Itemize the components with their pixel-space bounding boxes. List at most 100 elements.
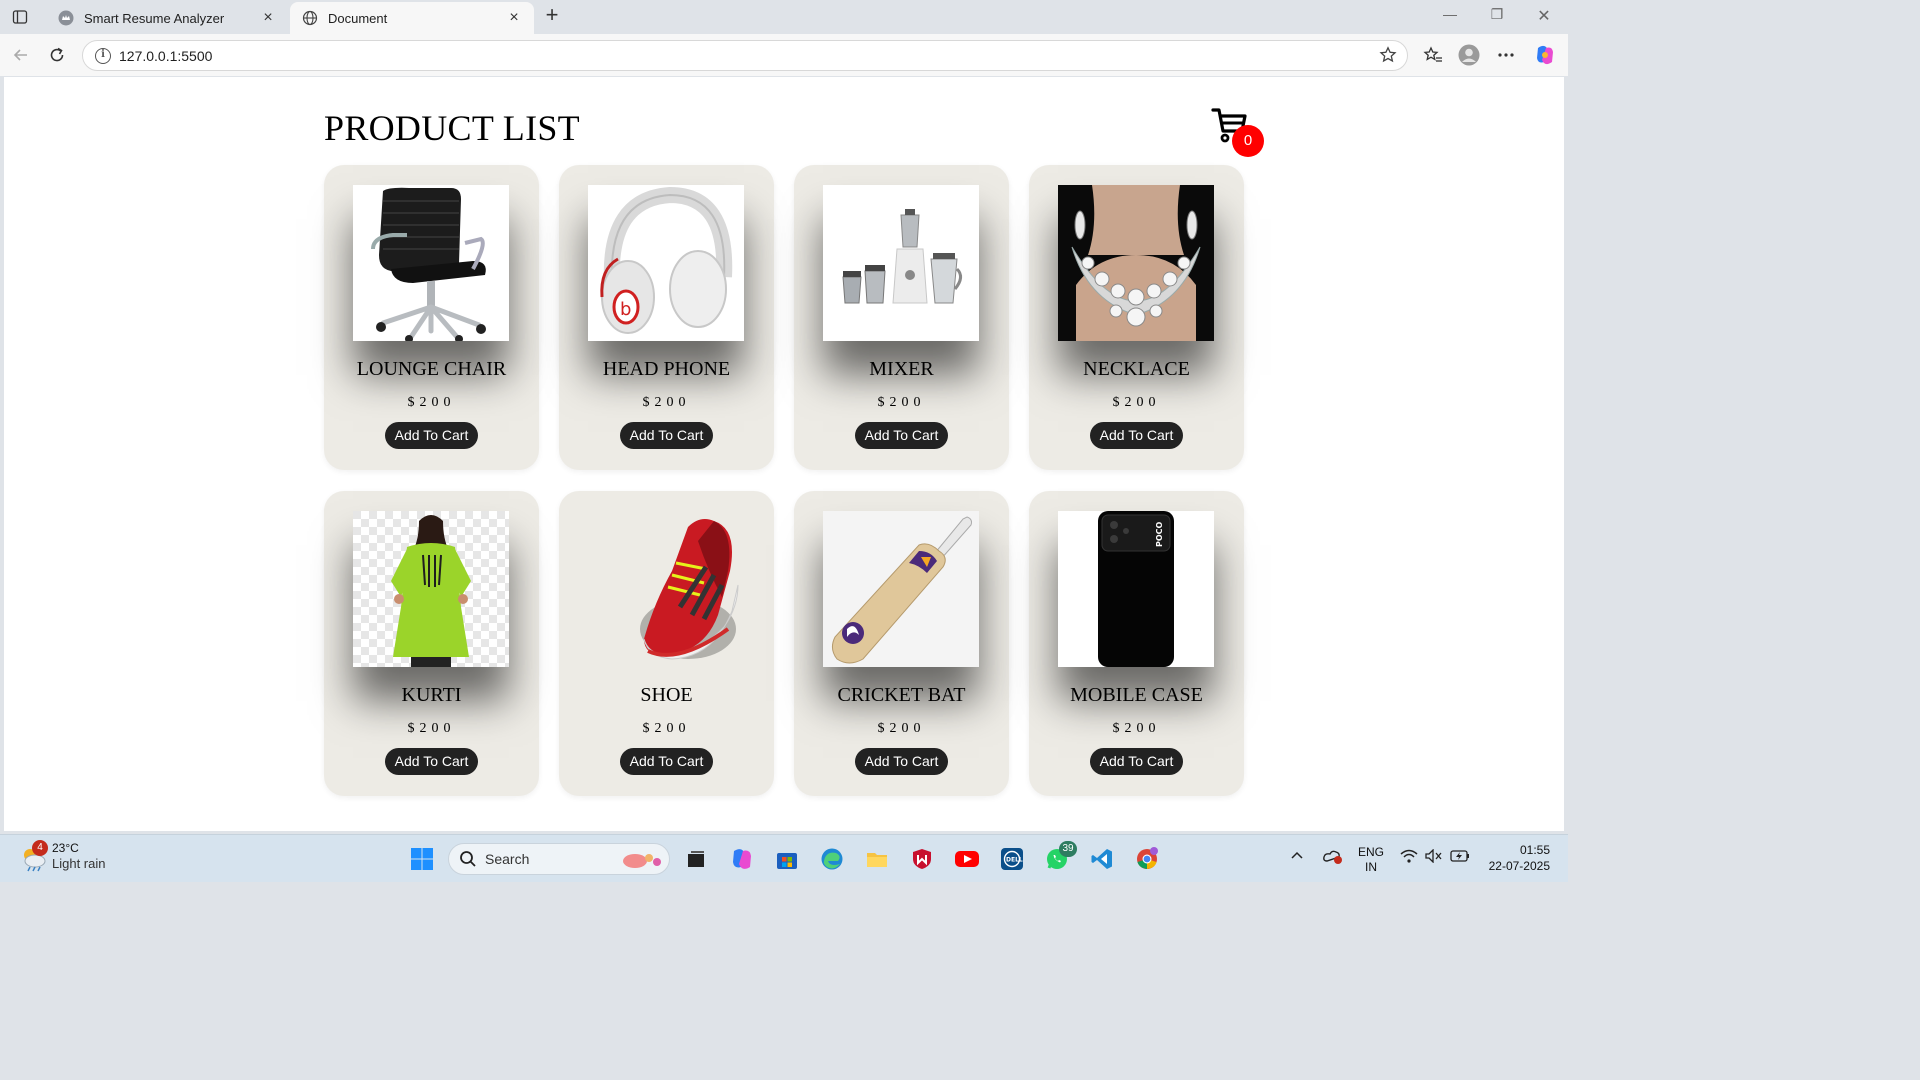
product-grid: LOUNGE CHAIR $200 Add To Cart b HEAD PHO… [324,165,1246,796]
add-to-cart-button[interactable]: Add To Cart [1090,422,1183,449]
cart-count-badge: 0 [1232,125,1264,157]
task-view-icon[interactable] [682,845,710,873]
svg-text:POCO: POCO [1155,521,1164,547]
product-name: SHOE [640,684,693,706]
add-to-cart-button[interactable]: Add To Cart [1090,748,1183,775]
weather-alert-badge: 4 [32,839,48,856]
page-title: PRODUCT LIST [324,108,580,148]
product-card: b HEAD PHONE $200 Add To Cart [559,165,774,470]
language-code: ENG [1358,845,1385,859]
microsoft-store-icon[interactable] [773,845,801,873]
tab-title: Document [328,10,388,26]
tab-strip: Smart Resume Analyzer × Document × + — ❐… [0,0,1568,34]
product-price: $200 [642,395,691,410]
add-to-cart-button[interactable]: Add To Cart [385,748,478,775]
tab-document[interactable]: Document × [290,2,534,34]
onedrive-error-icon[interactable] [1322,847,1344,869]
product-card: NECKLACE $200 Add To Cart [1029,165,1244,470]
product-price: $200 [877,721,926,736]
profile-avatar-icon[interactable] [1458,44,1480,66]
product-card: SHOE $200 Add To Cart [559,491,774,796]
whatsapp-icon[interactable]: 39 [1043,841,1077,873]
add-to-cart-button[interactable]: Add To Cart [620,422,713,449]
product-card: CRICKET BAT $200 Add To Cart [794,491,1009,796]
add-to-cart-button[interactable]: Add To Cart [385,422,478,449]
search-highlight-icon [619,850,663,870]
mixer-grinder-image [823,185,979,341]
weather-temperature: 23°C [52,841,79,855]
product-price: $200 [642,721,691,736]
taskbar-search-input[interactable]: Search [448,843,670,875]
page-viewport: PRODUCT LIST 0 LOUNGE CHAIR $200 Add To … [4,77,1564,831]
tab-smart-resume-analyzer[interactable]: Smart Resume Analyzer × [46,2,288,34]
favorite-star-icon[interactable] [1379,46,1397,69]
more-options-icon[interactable] [1495,44,1517,66]
browser-toolbar: i 127.0.0.1:5500 [0,34,1568,76]
clock-date: 22-07-2025 [1488,859,1550,873]
product-name: NECKLACE [1083,358,1190,380]
office-chair-image [353,185,509,341]
back-icon[interactable] [10,44,32,66]
product-card: POCO MOBILE CASE $200 Add To Cart [1029,491,1244,796]
globe-icon [302,10,318,26]
add-to-cart-button[interactable]: Add To Cart [855,748,948,775]
new-tab-icon[interactable]: + [540,4,564,28]
refresh-icon[interactable] [46,44,68,66]
vscode-icon[interactable] [1088,845,1116,873]
dell-icon[interactable]: DELL [998,845,1026,873]
product-name: KURTI [401,684,462,706]
add-to-cart-button[interactable]: Add To Cart [855,422,948,449]
product-name: HEAD PHONE [602,358,731,380]
tab-title: Smart Resume Analyzer [84,10,225,26]
region-code: IN [1365,860,1377,874]
favorites-icon[interactable] [1422,44,1444,66]
volume-muted-icon[interactable] [1425,848,1443,867]
svg-text:b: b [620,299,631,320]
product-price: $200 [877,395,926,410]
file-explorer-icon[interactable] [863,845,891,873]
product-price: $200 [407,721,456,736]
whatsapp-unread-badge: 39 [1059,841,1077,857]
product-card: KURTI $200 Add To Cart [324,491,539,796]
add-to-cart-button[interactable]: Add To Cart [620,748,713,775]
product-name: MIXER [869,358,934,380]
close-window-icon[interactable]: ✕ [1532,6,1556,28]
restore-icon[interactable]: ❐ [1485,6,1509,28]
search-placeholder: Search [485,851,530,867]
weather-widget[interactable]: 4 23°C Light rain [18,839,106,872]
wifi-icon[interactable] [1400,849,1418,867]
youtube-icon[interactable] [953,845,981,873]
svg-text:DELL: DELL [1006,857,1023,864]
necklace-image [1058,185,1214,341]
product-name: LOUNGE CHAIR [356,358,507,380]
crown-favicon-icon [58,10,74,26]
taskbar: 4 23°C Light rain Search DELL 39 ENG IN … [0,834,1568,882]
clock-time: 01:55 [1519,843,1550,857]
headphones-image: b [588,185,744,341]
rain-cloud-icon: 4 [18,839,48,872]
copilot-icon[interactable] [1534,44,1556,66]
copilot-app-icon[interactable] [728,845,756,873]
site-info-icon[interactable]: i [95,47,111,64]
close-tab-icon[interactable]: × [260,10,276,26]
product-price: $200 [407,395,456,410]
mcafee-icon[interactable] [908,845,936,873]
search-icon [459,850,477,868]
address-bar[interactable]: i 127.0.0.1:5500 [82,40,1408,71]
edge-browser-icon[interactable] [818,845,846,873]
windows-start-icon[interactable] [408,845,436,873]
cricket-bat-image [823,511,979,667]
sidebar-toggle-icon[interactable] [10,7,30,27]
show-hidden-icons-icon[interactable] [1290,849,1304,864]
system-clock[interactable]: 01:55 22-07-2025 [1489,842,1550,874]
weather-condition: Light rain [52,856,106,871]
product-price: $200 [1112,395,1161,410]
mobile-case-image: POCO [1058,511,1214,667]
language-indicator[interactable]: ENG IN [1358,845,1384,875]
minimize-icon[interactable]: — [1438,6,1462,28]
url-text: 127.0.0.1:5500 [119,47,213,64]
chrome-icon[interactable] [1133,845,1161,873]
battery-charging-icon[interactable] [1450,849,1470,867]
product-name: CRICKET BAT [837,684,966,706]
close-tab-icon[interactable]: × [506,10,522,26]
